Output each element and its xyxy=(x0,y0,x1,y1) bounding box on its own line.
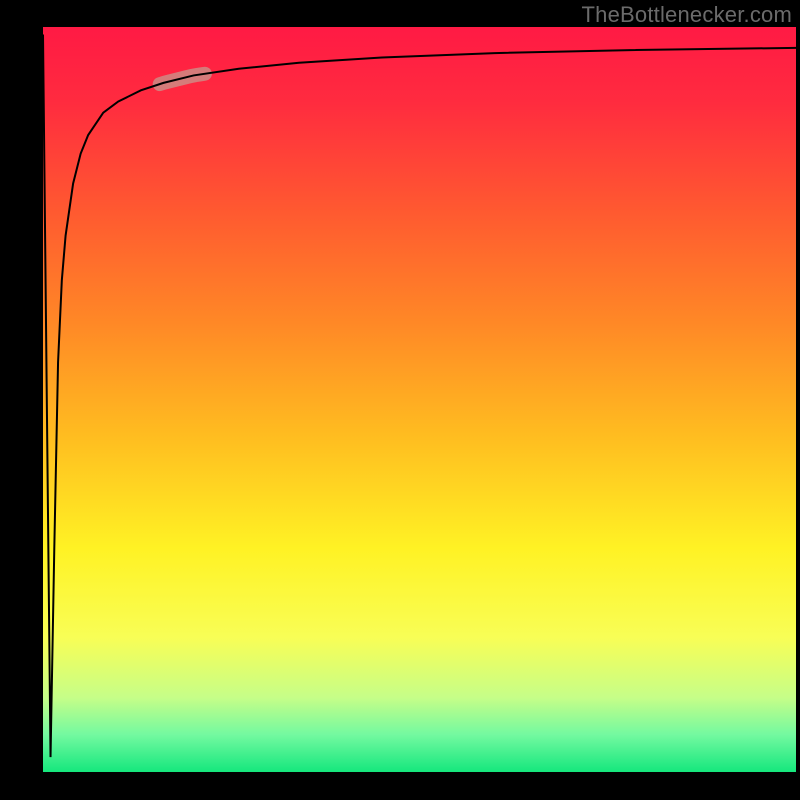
gradient-background xyxy=(43,27,796,772)
plot-area xyxy=(43,27,796,772)
attribution-watermark: TheBottlenecker.com xyxy=(582,2,792,28)
chart-svg xyxy=(43,27,796,772)
chart-frame: TheBottlenecker.com xyxy=(0,0,800,800)
